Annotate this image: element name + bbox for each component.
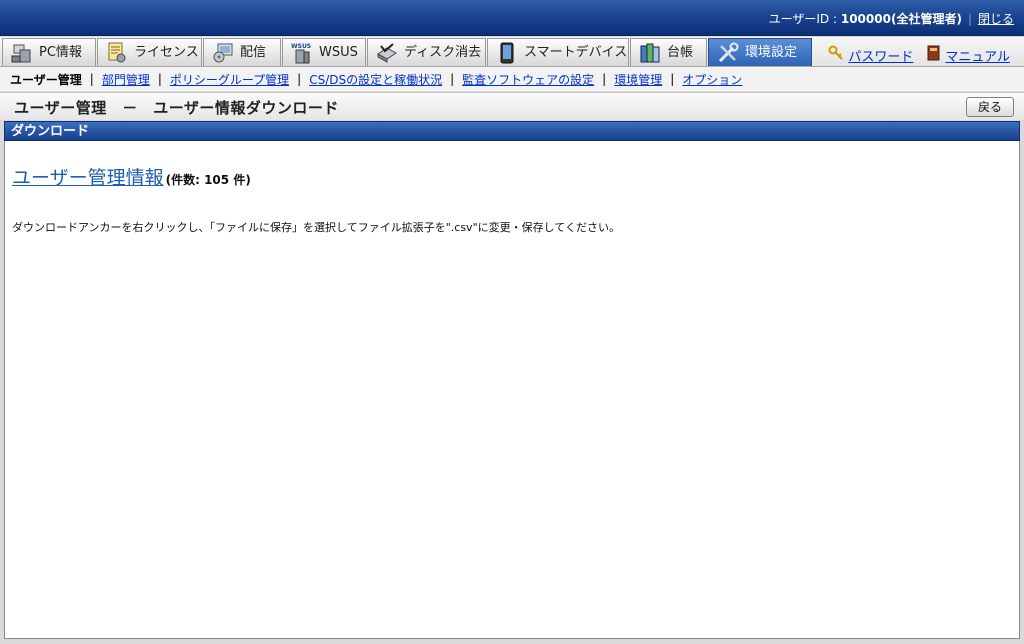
main-tab-bar: PC情報 ライセンス 配信 WSUS WSUS ディスク消去 スマートデバイス [0,37,1024,67]
section-header: ダウンロード [4,121,1020,141]
content-panel: ユーザー管理情報 (件数: 105 件) ダウンロードアンカーを右クリックし、「フ… [4,141,1020,639]
smart-device-icon [496,42,518,64]
subnav-separator: | [89,72,94,86]
tab-label: 配信 [240,45,267,60]
tab-label: ライセンス [134,45,199,60]
distribution-icon [212,42,234,64]
svg-text:WSUS: WSUS [291,43,311,50]
tab-disk-erase[interactable]: ディスク消去 [367,38,486,66]
subnav-cs-ds-settings[interactable]: CS/DSの設定と稼働状況 [309,71,442,88]
tab-label: 台帳 [667,45,694,60]
tab-label: スマートデバイス [524,45,628,60]
subnav-department-management[interactable]: 部門管理 [102,71,150,88]
page-title-bar: ユーザー管理 － ユーザー情報ダウンロード 戻る [0,92,1024,120]
sub-navigation: ユーザー管理 | 部門管理 | ポリシーグループ管理 | CS/DSの設定と稼働… [0,67,1024,91]
subnav-separator: | [602,72,607,86]
pc-icon [11,42,33,64]
utility-links: パスワード マニュアル [828,45,1010,65]
subnav-separator: | [157,72,162,86]
subnav-separator: | [450,72,455,86]
top-header: ユーザーID : 100000(全社管理者) | 閉じる [0,0,1024,36]
key-icon [828,45,844,65]
tab-label: ディスク消去 [404,45,482,60]
tab-wsus[interactable]: WSUS WSUS [282,38,366,66]
download-row: ユーザー管理情報 (件数: 105 件) [12,163,251,190]
user-role: (全社管理者) [890,12,962,26]
subnav-policy-group-management[interactable]: ポリシーグループ管理 [170,71,289,88]
back-button[interactable]: 戻る [966,97,1014,117]
tab-label: WSUS [319,45,358,60]
license-icon [106,42,128,64]
tab-smart-device[interactable]: スマートデバイス [487,38,629,66]
user-info: ユーザーID : 100000(全社管理者) | 閉じる [769,10,1014,27]
tab-settings[interactable]: 環境設定 [708,38,812,66]
tab-pc-info[interactable]: PC情報 [2,38,96,66]
subnav-separator: | [670,72,675,86]
wsus-icon: WSUS [291,42,313,64]
tab-license[interactable]: ライセンス [97,38,202,66]
close-link[interactable]: 閉じる [978,12,1014,26]
header-separator: | [967,12,972,26]
user-id-value: 100000 [840,12,891,26]
subnav-user-management: ユーザー管理 [10,72,82,87]
ledger-icon [639,42,661,64]
record-count: (件数: 105 件) [165,173,251,187]
manual-link-group: マニュアル [927,45,1010,65]
subnav-audit-software-settings[interactable]: 監査ソフトウェアの設定 [462,71,594,88]
disk-erase-icon [376,42,398,64]
tab-label: 環境設定 [745,45,798,60]
page-title: ユーザー管理 － ユーザー情報ダウンロード [14,99,339,117]
subnav-environment-management[interactable]: 環境管理 [614,71,662,88]
download-instruction: ダウンロードアンカーを右クリックし、「ファイルに保存」を選択してファイル拡張子を… [12,221,620,234]
tab-distribution[interactable]: 配信 [203,38,281,66]
tab-label: PC情報 [39,45,82,60]
password-link-group: パスワード [828,45,913,65]
settings-tools-icon [717,42,739,64]
download-link[interactable]: ユーザー管理情報 [12,167,164,189]
subnav-separator: | [297,72,302,86]
password-link[interactable]: パスワード [848,46,913,65]
subnav-options[interactable]: オプション [682,71,742,88]
manual-book-icon [927,45,941,65]
user-id-label: ユーザーID : [768,12,841,26]
tab-ledger[interactable]: 台帳 [630,38,707,66]
manual-link[interactable]: マニュアル [945,46,1010,65]
